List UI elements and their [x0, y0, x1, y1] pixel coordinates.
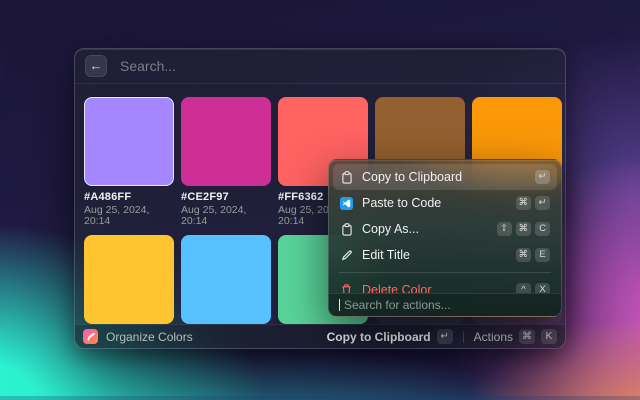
- pencil-icon: [340, 249, 353, 262]
- cmd-keycap: ⌘: [516, 248, 532, 262]
- vscode-icon: [340, 197, 353, 210]
- return-keycap: ↵: [437, 329, 453, 344]
- color-date-label: Aug 25, 2024, 20:14: [181, 205, 271, 227]
- primary-action-button[interactable]: Copy to Clipboard: [327, 330, 431, 344]
- footer-divider: [463, 331, 464, 343]
- action-search-bar: [329, 293, 561, 316]
- feather-icon: [86, 332, 96, 342]
- c-keycap: C: [535, 222, 550, 236]
- shortcut-keys: ↵: [535, 170, 550, 184]
- cmd-keycap: ⌘: [516, 196, 532, 210]
- menu-separator: [339, 272, 551, 273]
- cmd-keycap: ⌘: [519, 329, 535, 344]
- color-swatch[interactable]: [181, 235, 271, 324]
- shortcut-keys: ⌘ ↵: [516, 196, 551, 210]
- color-cell[interactable]: #55C2FF: [181, 235, 271, 324]
- color-hex-label: #A486FF: [84, 191, 174, 203]
- menu-item-copy-to-clipboard[interactable]: Copy to Clipboard ↵: [333, 164, 557, 190]
- menu-item-edit-title[interactable]: Edit Title ⌘ E: [333, 242, 557, 268]
- shortcut-keys: ^ X: [516, 283, 550, 293]
- search-header: ←: [75, 49, 565, 84]
- status-bar: Organize Colors Copy to Clipboard ↵ Acti…: [75, 324, 565, 348]
- ctrl-keycap: ^: [516, 283, 531, 293]
- actions-menu-button[interactable]: Actions: [474, 330, 513, 344]
- e-keycap: E: [535, 248, 550, 262]
- desktop-background: ← #A486FF Aug 25, 2024, 20:14 #CE2F97 Au…: [0, 0, 640, 400]
- menu-item-paste-to-code[interactable]: Paste to Code ⌘ ↵: [333, 190, 557, 216]
- return-keycap: ↵: [535, 196, 550, 210]
- color-date-label: Aug 25, 2024, 20:14: [84, 205, 174, 227]
- back-button[interactable]: ←: [85, 55, 107, 77]
- action-menu-panel: Copy to Clipboard ↵ Paste to Code ⌘ ↵: [328, 159, 562, 317]
- clipboard-icon: [340, 223, 353, 236]
- color-swatch[interactable]: [84, 97, 174, 186]
- menu-item-delete-color[interactable]: Delete Color ^ X: [333, 277, 557, 293]
- menu-item-copy-as[interactable]: Copy As... ⇧ ⌘ C: [333, 216, 557, 242]
- color-swatch[interactable]: [181, 97, 271, 186]
- app-name-label: Organize Colors: [106, 330, 193, 344]
- return-keycap: ↵: [535, 170, 550, 184]
- shortcut-keys: ⌘ E: [516, 248, 551, 262]
- shift-keycap: ⇧: [497, 222, 512, 236]
- back-arrow-icon: ←: [90, 58, 103, 73]
- trash-icon: [340, 284, 353, 294]
- search-input[interactable]: [118, 57, 555, 75]
- menu-item-label: Copy As...: [362, 222, 419, 236]
- menu-item-label: Delete Color: [362, 283, 431, 293]
- color-cell[interactable]: #CE2F97 Aug 25, 2024, 20:14: [181, 97, 271, 227]
- menu-item-label: Copy to Clipboard: [362, 170, 462, 184]
- clipboard-icon: [340, 171, 353, 184]
- action-menu-list: Copy to Clipboard ↵ Paste to Code ⌘ ↵: [329, 160, 561, 293]
- footer-actions-group: Copy to Clipboard ↵ Actions ⌘ K: [327, 329, 557, 344]
- color-swatch[interactable]: [84, 235, 174, 324]
- color-cell[interactable]: #FFC530: [84, 235, 174, 324]
- menu-item-label: Paste to Code: [362, 196, 441, 210]
- cmd-keycap: ⌘: [516, 222, 532, 236]
- menu-item-label: Edit Title: [362, 248, 410, 262]
- color-hex-label: #CE2F97: [181, 191, 271, 203]
- organize-colors-app-icon: [83, 329, 98, 344]
- color-cell[interactable]: #A486FF Aug 25, 2024, 20:14: [84, 97, 174, 227]
- text-cursor: [339, 299, 340, 311]
- shortcut-keys: ⇧ ⌘ C: [497, 222, 551, 236]
- k-keycap: K: [541, 329, 557, 344]
- x-keycap: X: [535, 283, 550, 293]
- action-search-input[interactable]: [342, 297, 551, 313]
